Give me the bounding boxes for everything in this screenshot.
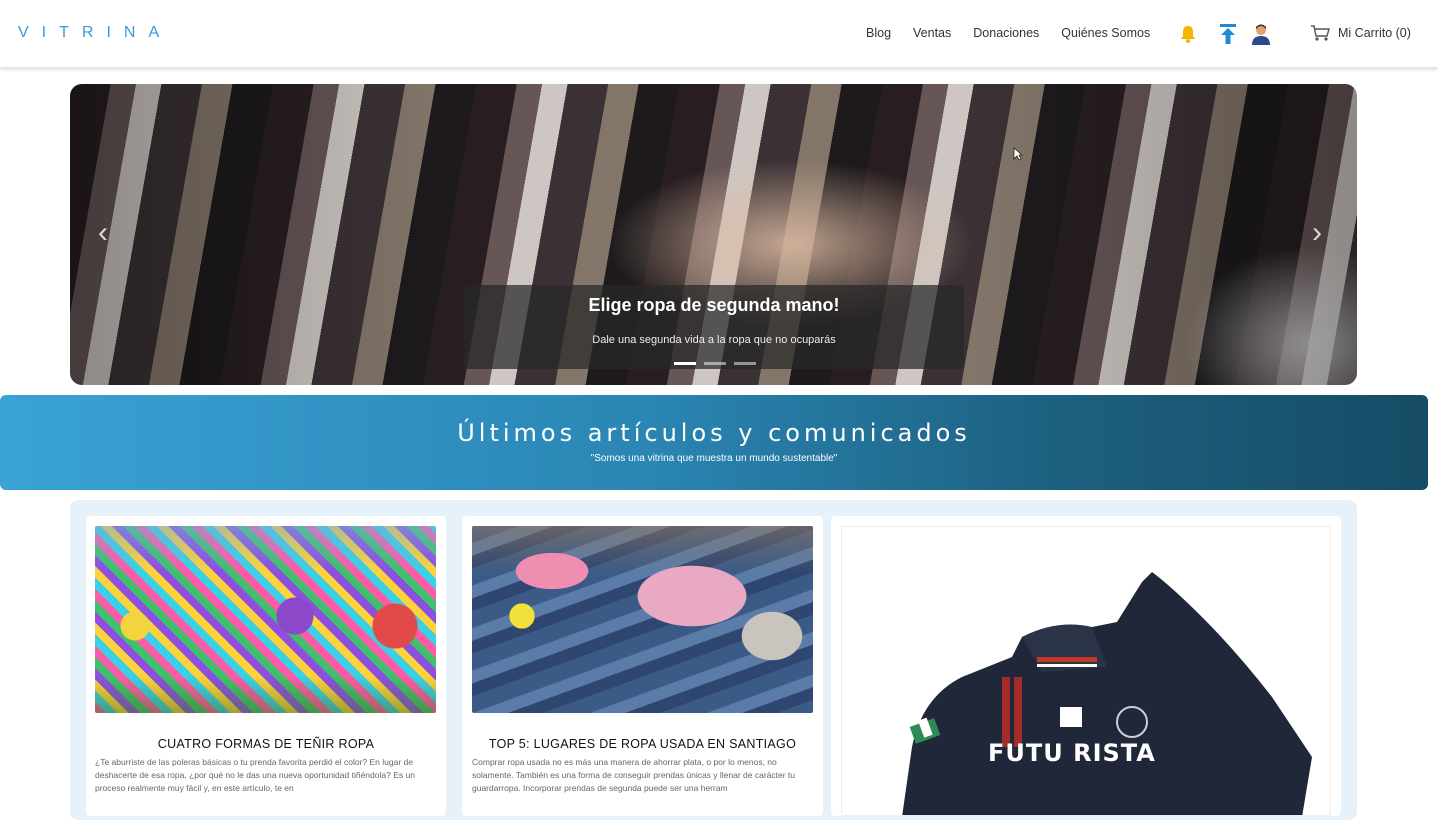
article-title[interactable]: TOP 5: LUGARES DE ROPA USADA EN SANTIAGO [462, 737, 823, 751]
article-card[interactable]: CUATRO FORMAS DE TEÑIR ROPA ¿Te aburrist… [86, 516, 446, 816]
hero-carousel: ‹ › Elige ropa de segunda mano! Dale una… [70, 84, 1357, 385]
article-title[interactable]: CUATRO FORMAS DE TEÑIR ROPA [86, 737, 446, 751]
hero-caption: Elige ropa de segunda mano! Dale una seg… [464, 285, 964, 369]
carousel-indicators [674, 362, 756, 365]
nav-item-ventas[interactable]: Ventas [913, 26, 951, 40]
carousel-next-arrow-icon[interactable]: › [1312, 216, 1322, 250]
user-avatar-icon[interactable] [1249, 22, 1273, 46]
article-image-overlay [472, 526, 813, 713]
carousel-indicator-1[interactable] [674, 362, 696, 365]
bell-icon[interactable] [1176, 22, 1200, 46]
nav-item-quienes-somos[interactable]: Quiénes Somos [1061, 26, 1150, 40]
main-nav: Blog Ventas Donaciones Quiénes Somos [866, 26, 1150, 40]
carousel-prev-arrow-icon[interactable]: ‹ [98, 216, 108, 250]
section-title: Últimos artículos y comunicados [457, 419, 971, 447]
upload-icon[interactable] [1216, 22, 1240, 46]
article-card[interactable]: FUTU RISTA [831, 516, 1341, 816]
carousel-indicator-3[interactable] [734, 362, 756, 365]
top-navbar: VITRINA Blog Ventas Donaciones Quiénes S… [0, 0, 1438, 68]
cart-label: Mi Carrito (0) [1338, 26, 1411, 40]
article-card[interactable]: TOP 5: LUGARES DE ROPA USADA EN SANTIAGO… [462, 516, 823, 816]
nav-item-donaciones[interactable]: Donaciones [973, 26, 1039, 40]
jacket-image-icon [902, 572, 1312, 815]
article-image[interactable]: FUTU RISTA [841, 526, 1331, 816]
brand-logo[interactable]: VITRINA [18, 24, 172, 42]
hero-subtitle: Dale una segunda vida a la ropa que no o… [592, 334, 836, 346]
mouse-cursor-icon [1013, 147, 1023, 161]
hero-title: Elige ropa de segunda mano! [588, 295, 840, 315]
article-image[interactable] [472, 526, 813, 713]
carousel-indicator-2[interactable] [704, 362, 726, 365]
cart-button[interactable]: Mi Carrito (0) [1310, 24, 1411, 42]
section-subtitle: "Somos una vitrina que muestra un mundo … [590, 453, 838, 464]
cart-icon [1311, 25, 1330, 41]
article-image[interactable] [95, 526, 436, 713]
article-excerpt: ¿Te aburriste de las poleras básicas o t… [95, 757, 415, 793]
article-image-overlay [95, 526, 436, 713]
article-excerpt: Comprar ropa usada no es más una manera … [472, 757, 796, 793]
nav-item-blog[interactable]: Blog [866, 26, 891, 40]
section-banner: Últimos artículos y comunicados "Somos u… [0, 395, 1428, 490]
jacket-print: FUTU RISTA [988, 739, 1156, 767]
